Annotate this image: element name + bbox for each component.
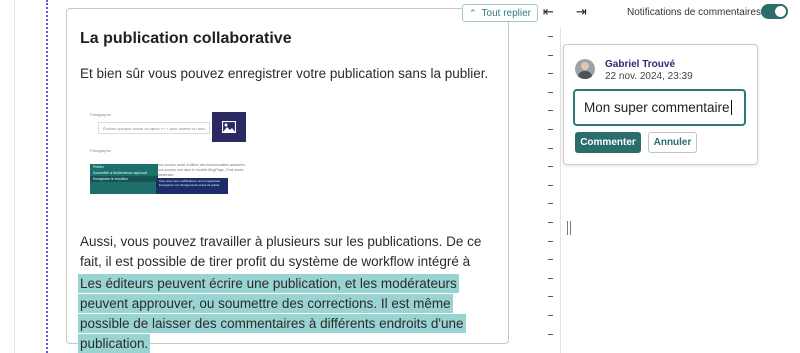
- tick: [548, 36, 553, 37]
- comments-panel-divider: [560, 28, 561, 353]
- tick: [548, 277, 553, 279]
- tick: [548, 314, 553, 316]
- tick: [548, 240, 553, 242]
- preview-tooltip: Vous avez des modifications non enregist…: [156, 178, 228, 194]
- tick: [548, 203, 553, 205]
- comment-anchor-ticks: [548, 36, 556, 352]
- collapse-all-label: Tout replier: [481, 7, 532, 19]
- highlighted-paragraph[interactable]: Les éditeurs peuvent écrire une publicat…: [80, 274, 500, 353]
- tick: [548, 54, 553, 56]
- comment-input-value: Mon super commentaire: [584, 100, 730, 115]
- editor-screenshot-image: Paragraphe Écrivez quelque chose ou tape…: [86, 108, 246, 194]
- editor-gutter-line: [14, 0, 15, 353]
- comment-author: Gabriel Trouvé: [605, 59, 676, 70]
- preview-tooltip-text: Vous avez des modifications non enregist…: [159, 179, 221, 187]
- preview-input-placeholder: Écrivez quelque chose ou tapez « / » pou…: [103, 126, 206, 131]
- panel-resize-handle[interactable]: [567, 221, 571, 235]
- cancel-comment-button[interactable]: Annuler: [648, 132, 697, 153]
- preview-side-text: Vous pouvez aussi d'utiliser des fonctio…: [156, 163, 246, 177]
- comment-input[interactable]: Mon super commentaire: [573, 89, 746, 126]
- tick: [548, 296, 553, 298]
- user-avatar: [575, 59, 595, 79]
- preview-block-label-2: Paragraphe: [90, 148, 111, 153]
- block-title: La publication collaborative: [80, 30, 292, 47]
- tick: [548, 221, 553, 223]
- preview-block-label: Paragraphe: [90, 112, 111, 117]
- tick: [548, 110, 553, 112]
- comment-timestamp: 22 nov. 2024, 23:39: [605, 71, 693, 82]
- tick: [548, 147, 553, 149]
- collapse-up-icon: ⌃: [469, 7, 477, 18]
- editor-block-guide: [46, 0, 48, 353]
- tick: [548, 128, 553, 130]
- tick: [548, 184, 553, 186]
- toggle-knob: [775, 6, 786, 17]
- image-icon: [222, 121, 236, 133]
- collapse-all-button[interactable]: ⌃ Tout replier: [462, 4, 539, 22]
- preview-menu-item: Enregistrer le brouillon: [90, 176, 158, 182]
- text-caret: [730, 100, 732, 115]
- submit-comment-button[interactable]: Commenter: [575, 132, 641, 153]
- preview-input: Écrivez quelque chose ou tapez « / » pou…: [98, 122, 210, 134]
- tick: [548, 333, 553, 335]
- paragraph-text[interactable]: Et bien sûr vous pouvez enregistrer votr…: [80, 64, 488, 84]
- notifications-toggle[interactable]: [761, 4, 788, 19]
- arrow-to-right-icon[interactable]: ⇥: [576, 4, 587, 20]
- notifications-label: Notifications de commentaires: [627, 7, 761, 18]
- arrow-to-left-icon[interactable]: ⇤: [543, 4, 554, 20]
- tick: [548, 91, 553, 93]
- preview-action-menu: Publier Soumettre à Modérateurs approval…: [90, 164, 158, 194]
- preview-image-block: [212, 112, 246, 142]
- tick: [548, 166, 553, 168]
- comment-highlight[interactable]: Les éditeurs peuvent écrire une publicat…: [80, 276, 464, 351]
- tick: [548, 259, 553, 261]
- tick: [548, 73, 553, 75]
